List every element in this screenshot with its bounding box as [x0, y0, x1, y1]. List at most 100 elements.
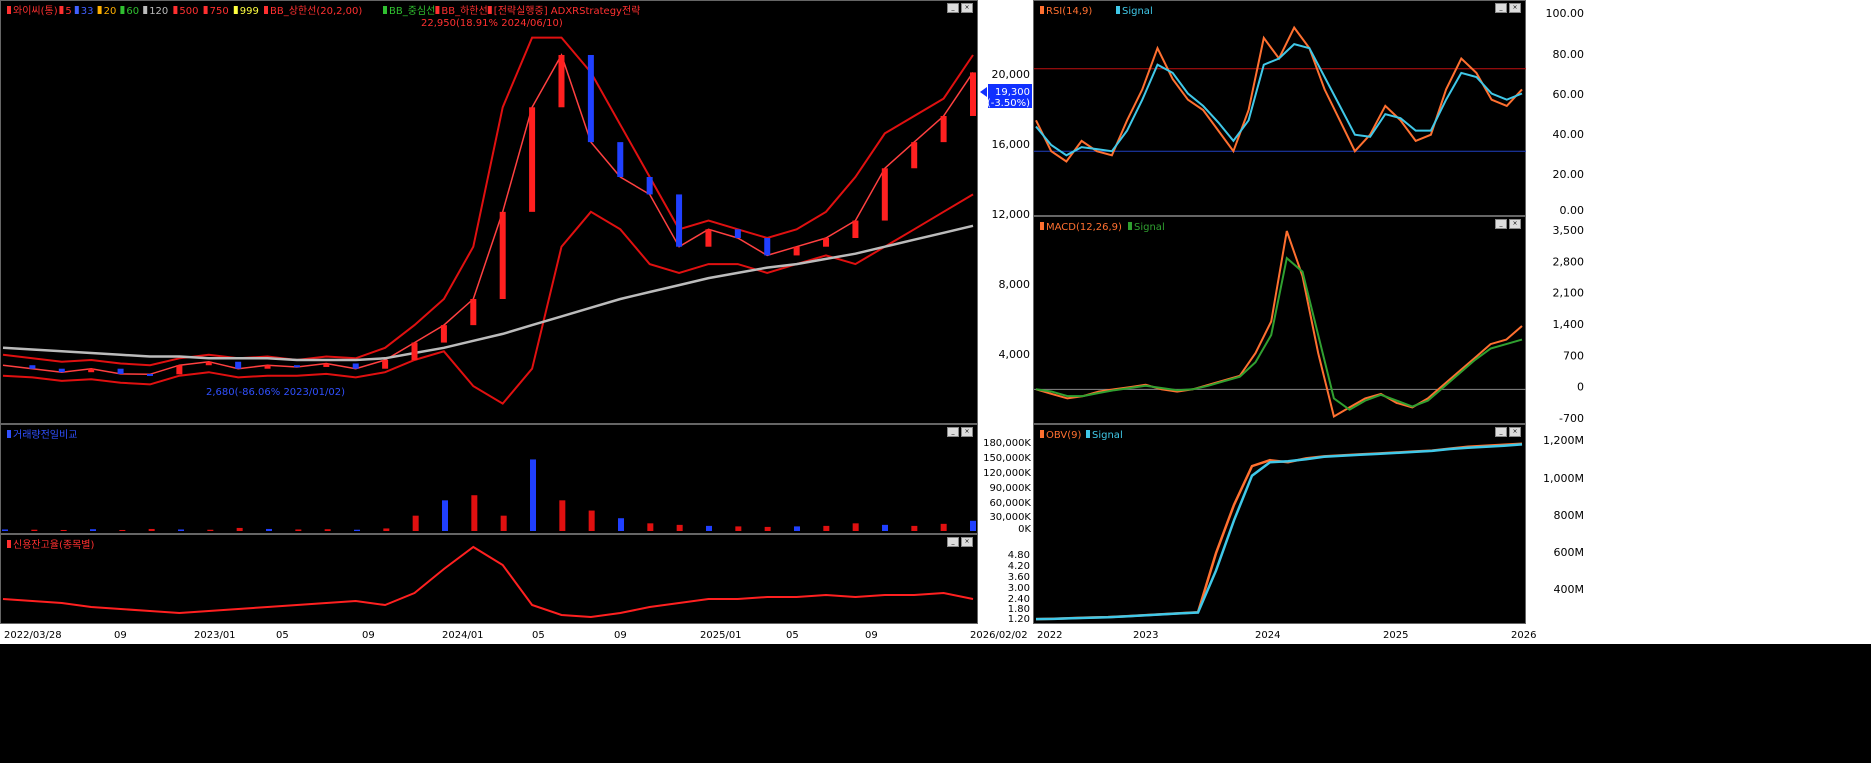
- legend-item: 500: [179, 6, 198, 17]
- volume-pane-controls[interactable]: _ ×: [947, 427, 973, 437]
- legend-swatch: [435, 6, 440, 14]
- credit-axis: 4.80 4.20 3.60 3.00 2.40 1.80 1.20: [978, 534, 1033, 625]
- minimize-icon[interactable]: _: [1495, 219, 1507, 229]
- candle-bar: [676, 194, 683, 247]
- legend-swatch: [1040, 430, 1044, 438]
- credit-tick-label: 1.20: [1008, 614, 1030, 624]
- obv-pane-controls[interactable]: _ ×: [1495, 427, 1521, 437]
- price-tick-label: 16,000: [992, 138, 1031, 151]
- price-chart-pane: 와이씨(통) 5 33 20 60 120 500 750 999 BB_상한선(20,2,00)…: [0, 0, 978, 424]
- series-line-BB_하한선: [2, 193, 974, 405]
- left-date-label: 2024/01: [442, 630, 484, 641]
- left-date-label: 05: [786, 630, 799, 641]
- volume-tick-label: 30,000K: [989, 512, 1031, 523]
- macd-axis-svg: 3,500 2,800 2,100 1,400 700 0 -700: [1553, 224, 1585, 425]
- credit-pane: 신용잔고율(종목별) _ ×: [0, 534, 978, 624]
- obv-tick-label: 1,000M: [1543, 472, 1584, 485]
- right-date-label: 2025: [1383, 630, 1408, 641]
- close-icon[interactable]: ×: [961, 427, 973, 437]
- volume-bar: [882, 524, 888, 531]
- candle-bar: [558, 54, 565, 108]
- rsi-series-1: [1035, 42, 1523, 157]
- volume-bar: [119, 529, 126, 531]
- volume-tick-label: 60,000K: [989, 498, 1031, 509]
- candle-bar: [970, 72, 976, 116]
- volume-bar: [412, 515, 419, 531]
- volume-bar: [60, 529, 67, 531]
- macd-svg: MACD(12,26,9) Signal: [1034, 222, 1527, 419]
- candle-bar: [734, 229, 741, 238]
- obv-pane: OBV(9) Signal _ ×: [1033, 424, 1526, 624]
- rsi-pane-controls[interactable]: _ ×: [1495, 3, 1521, 13]
- volume-bar: [530, 459, 536, 531]
- legend-item: 와이씨(통): [13, 5, 58, 17]
- minimize-icon[interactable]: _: [947, 537, 959, 547]
- candle-bar: [440, 325, 447, 343]
- legend-item: 999: [240, 6, 259, 17]
- candle-bar: [58, 368, 65, 373]
- legend-swatch: [7, 6, 11, 14]
- left-date-axis: 2022/03/28 09 2023/01 05 09 2024/01 05 09 2025/0…: [0, 624, 1033, 644]
- candle-bar: [617, 142, 624, 177]
- close-icon[interactable]: ×: [1509, 3, 1521, 13]
- volume-bar: [588, 510, 595, 531]
- left-date-label: 2025/01: [700, 630, 742, 641]
- volume-bar: [266, 528, 272, 531]
- credit-axis-svg: 4.804.203.603.002.401.801.20: [1008, 550, 1030, 625]
- rsi-svg: RSI(14,9) Signal: [1034, 6, 1527, 163]
- macd-axis: 3,500 2,800 2,100 1,400 700 0 -700: [1526, 216, 1871, 425]
- high-annotation: 22,950(18.91% 2024/06/10): [421, 18, 563, 29]
- credit-tick-label: 3.00: [1008, 583, 1030, 594]
- close-icon[interactable]: ×: [961, 3, 973, 13]
- legend-swatch: [233, 6, 238, 14]
- price-pane-controls[interactable]: _ ×: [947, 3, 973, 13]
- close-icon[interactable]: ×: [1509, 219, 1521, 229]
- legend-item: 750: [210, 6, 229, 17]
- credit-pane-controls[interactable]: _ ×: [947, 537, 973, 547]
- volume-bar: [911, 525, 918, 531]
- current-price-label: 19,300: [995, 87, 1030, 98]
- candle-bar: [881, 168, 888, 221]
- rsi-axis: 100.00 80.00 60.00 40.00 20.00 0.00: [1526, 0, 1871, 217]
- legend-item: 20: [104, 6, 117, 17]
- candle-bar: [587, 54, 594, 143]
- price-chart-svg: 와이씨(통) 5 33 20 60 120 500 750 999 BB_상한선(20,2,00)…: [2, 4, 976, 405]
- legend-swatch: [97, 6, 102, 14]
- legend-item: [전략실행중] ADXRStrategy전략: [494, 5, 641, 17]
- macd-tick-label: -700: [1559, 412, 1584, 424]
- close-icon[interactable]: ×: [961, 537, 973, 547]
- rsi-tick-label: 0.00: [1560, 204, 1585, 216]
- candle-bar: [646, 176, 653, 195]
- volume-pane: 거래량전일비교 _ ×: [0, 424, 978, 534]
- legend-swatch: [7, 540, 11, 548]
- macd-tick-label: 1,400: [1553, 318, 1585, 331]
- close-icon[interactable]: ×: [1509, 427, 1521, 437]
- legend-swatch: [383, 6, 387, 14]
- minimize-icon[interactable]: _: [947, 427, 959, 437]
- volume-bar: [148, 528, 155, 531]
- volume-tick-label: 120,000K: [983, 468, 1031, 479]
- price-axis-svg: 20,000 16,000 12,000 8,000 4,000 19,300(-3.50…: [980, 68, 1032, 361]
- candle-bar: [88, 368, 95, 373]
- right-date-label: 2024: [1255, 630, 1280, 641]
- minimize-icon[interactable]: _: [1495, 427, 1507, 437]
- minimize-icon[interactable]: _: [947, 3, 959, 13]
- legend-swatch: [59, 6, 64, 14]
- volume-bar: [500, 515, 507, 531]
- credit-legend: 신용잔고율(종목별): [13, 539, 95, 551]
- right-date-svg: 2022 2023 2024 2025 2026: [1037, 630, 1536, 641]
- obv-axis-svg: 1,200M 1,000M 800M 600M 400M: [1543, 434, 1585, 596]
- macd-tick-label: 2,800: [1553, 255, 1585, 268]
- left-date-svg: 2022/03/28 09 2023/01 05 09 2024/01 05 09 2025/0…: [4, 630, 1028, 641]
- legend-swatch: [1086, 430, 1090, 438]
- macd-pane-controls[interactable]: _ ×: [1495, 219, 1521, 229]
- obv-tick-label: 400M: [1554, 583, 1585, 596]
- candle-bar: [176, 365, 183, 375]
- minimize-icon[interactable]: _: [1495, 3, 1507, 13]
- candle-bar: [529, 107, 536, 212]
- volume-axis: 180,000K 150,000K 120,000K 90,000K 60,000K 30…: [978, 424, 1033, 535]
- candle-bar: [705, 229, 712, 247]
- left-date-label: 05: [532, 630, 545, 641]
- candle-bar: [117, 368, 124, 374]
- candle-bar: [293, 365, 300, 368]
